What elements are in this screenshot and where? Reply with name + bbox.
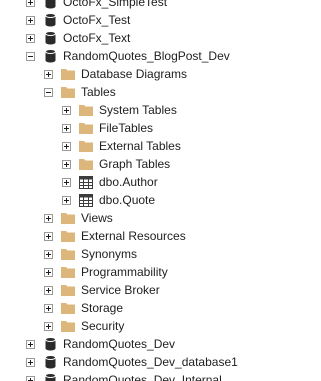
expand-plus-icon[interactable]	[26, 0, 35, 7]
table-icon	[78, 174, 94, 190]
folder-icon	[78, 138, 94, 154]
expand-plus-icon[interactable]	[26, 15, 35, 25]
tree-node-octofx-text[interactable]: OctoFx_Text	[0, 29, 321, 47]
tree-node-label: Programmability	[81, 265, 168, 279]
tree-node-label: RandomQuotes_Dev_Internal	[63, 373, 222, 381]
expand-plus-icon[interactable]	[44, 267, 53, 277]
expand-plus-icon[interactable]	[44, 231, 53, 241]
tree-node-label: dbo.Author	[99, 175, 158, 189]
tree-node-external-tables[interactable]: External Tables	[0, 137, 321, 155]
tree-node-octofx-test[interactable]: OctoFx_Test	[0, 11, 321, 29]
tree-node-filetables[interactable]: FileTables	[0, 119, 321, 137]
tree-node-label: System Tables	[99, 103, 177, 117]
folder-icon	[78, 156, 94, 172]
database-icon	[42, 354, 58, 370]
tree-node-label: Synonyms	[81, 247, 138, 261]
tree-node-label: RandomQuotes_BlogPost_Dev	[63, 49, 230, 63]
tree-node-system-tables[interactable]: System Tables	[0, 101, 321, 119]
expand-plus-icon[interactable]	[62, 105, 71, 115]
folder-icon	[60, 228, 76, 244]
database-icon	[42, 12, 58, 28]
tree-node-label: Security	[81, 319, 125, 333]
expand-plus-icon[interactable]	[62, 195, 71, 205]
folder-icon	[78, 102, 94, 118]
tree-node-tables[interactable]: Tables	[0, 83, 321, 101]
tree-node-label: Graph Tables	[99, 157, 171, 171]
tree-node-label: Storage	[81, 301, 124, 315]
tree-node-randomquotes-dev-database1[interactable]: RandomQuotes_Dev_database1	[0, 353, 321, 371]
expand-plus-icon[interactable]	[62, 177, 71, 187]
database-icon	[42, 336, 58, 352]
folder-icon	[60, 210, 76, 226]
expand-plus-icon[interactable]	[44, 285, 53, 295]
folder-icon	[60, 318, 76, 334]
expand-plus-icon[interactable]	[44, 69, 53, 79]
tree-node-external-resources[interactable]: External Resources	[0, 227, 321, 245]
tree-node-dbo-quote[interactable]: dbo.Quote	[0, 191, 321, 209]
tree-node-synonyms[interactable]: Synonyms	[0, 245, 321, 263]
tree-node-octofx-simpletest[interactable]: OctoFx_SimpleTest	[0, 0, 321, 11]
folder-icon	[60, 66, 76, 82]
database-icon	[42, 372, 58, 381]
expand-plus-icon[interactable]	[26, 33, 35, 43]
tree-node-dbo-author[interactable]: dbo.Author	[0, 173, 321, 191]
database-icon	[42, 30, 58, 46]
expand-plus-icon[interactable]	[62, 123, 71, 133]
expand-plus-icon[interactable]	[26, 375, 35, 381]
database-icon	[42, 0, 58, 10]
tree-node-label: dbo.Quote	[99, 193, 156, 207]
tree-node-randomquotes-blogpost-dev[interactable]: RandomQuotes_BlogPost_Dev	[0, 47, 321, 65]
tree-node-programmability[interactable]: Programmability	[0, 263, 321, 281]
tree-node-label: OctoFx_Test	[63, 13, 131, 27]
tree-node-label: Views	[81, 211, 113, 225]
tree-node-label: OctoFx_Text	[63, 31, 131, 45]
tree-node-database-diagrams[interactable]: Database Diagrams	[0, 65, 321, 83]
tree-node-label: Service Broker	[81, 283, 160, 297]
tree-node-label: External Tables	[99, 139, 181, 153]
folder-icon	[60, 300, 76, 316]
folder-icon	[78, 120, 94, 136]
expand-plus-icon[interactable]	[26, 357, 35, 367]
expand-plus-icon[interactable]	[44, 303, 53, 313]
tree-node-graph-tables[interactable]: Graph Tables	[0, 155, 321, 173]
folder-icon	[60, 84, 76, 100]
tree-node-service-broker[interactable]: Service Broker	[0, 281, 321, 299]
expand-plus-icon[interactable]	[44, 249, 53, 259]
expand-plus-icon[interactable]	[62, 141, 71, 151]
object-explorer-tree: OctoFx_SimpleTest OctoFx_Test OctoFx_Tex…	[0, 0, 321, 381]
tree-node-label: OctoFx_SimpleTest	[63, 0, 168, 9]
expand-plus-icon[interactable]	[26, 339, 35, 349]
tree-node-label: FileTables	[99, 121, 154, 135]
tree-node-security[interactable]: Security	[0, 317, 321, 335]
folder-icon	[60, 246, 76, 262]
table-icon	[78, 192, 94, 208]
folder-icon	[60, 282, 76, 298]
tree-node-randomquotes-dev[interactable]: RandomQuotes_Dev	[0, 335, 321, 353]
expand-plus-icon[interactable]	[62, 159, 71, 169]
expand-plus-icon[interactable]	[44, 321, 53, 331]
expand-plus-icon[interactable]	[44, 213, 53, 223]
tree-node-label: RandomQuotes_Dev_database1	[63, 355, 238, 369]
tree-node-randomquotes-dev-internal[interactable]: RandomQuotes_Dev_Internal	[0, 371, 321, 381]
tree-node-label: Tables	[81, 85, 116, 99]
database-icon	[42, 48, 58, 64]
tree-node-views[interactable]: Views	[0, 209, 321, 227]
tree-node-label: External Resources	[81, 229, 186, 243]
tree-node-storage[interactable]: Storage	[0, 299, 321, 317]
collapse-minus-icon[interactable]	[26, 51, 35, 61]
collapse-minus-icon[interactable]	[44, 87, 53, 97]
tree-node-label: RandomQuotes_Dev	[63, 337, 176, 351]
folder-icon	[60, 264, 76, 280]
tree-node-label: Database Diagrams	[81, 67, 188, 81]
